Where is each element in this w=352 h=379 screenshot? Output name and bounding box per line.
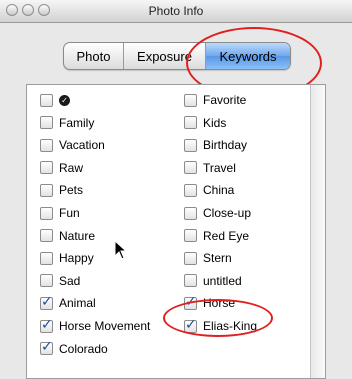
keyword-item[interactable]: Birthday [184, 137, 247, 153]
keyword-label: Nature [59, 228, 96, 243]
keywords-panel: ✓ Family Vacation Raw Pets Fun Nature Happy Sad A… [26, 84, 326, 379]
keyword-item[interactable]: Vacation [40, 137, 105, 153]
keyword-checkbox[interactable] [40, 161, 53, 175]
keyword-item[interactable]: Kids [184, 115, 226, 131]
keyword-label: Close-up [203, 206, 252, 220]
keyword-item[interactable]: Horse Movement [40, 317, 151, 334]
keyword-checkbox[interactable] [40, 138, 53, 152]
tab-keywords[interactable]: Keywords [206, 43, 290, 69]
keyword-checkbox[interactable] [40, 93, 53, 107]
keyword-item[interactable]: Stern [184, 250, 232, 266]
keyword-checkbox[interactable] [184, 116, 197, 130]
keyword-checkbox[interactable] [184, 93, 197, 107]
photo-info-window: Photo Info Photo Exposure Keywords ✓ Fami… [0, 0, 352, 379]
keyword-checkbox[interactable] [184, 206, 197, 220]
keyword-item[interactable]: Travel [184, 160, 236, 176]
keyword-item[interactable]: China [184, 182, 234, 198]
keyword-item[interactable]: Elias-King [184, 317, 258, 334]
keyword-label: Elias-King [203, 319, 258, 333]
keyword-checkbox[interactable] [184, 183, 197, 197]
keyword-item[interactable]: Fun [40, 205, 80, 221]
keyword-item[interactable]: ✓ [40, 92, 70, 108]
keyword-item[interactable]: Pets [40, 182, 83, 198]
tab-exposure[interactable]: Exposure [124, 43, 206, 69]
keyword-label: Animal [59, 296, 96, 311]
keyword-label: Horse Movement [59, 319, 151, 333]
keyword-item[interactable]: Family [40, 115, 94, 131]
keyword-checkbox[interactable] [40, 229, 53, 243]
keyword-checkbox[interactable] [184, 138, 197, 152]
keyword-checkbox[interactable] [40, 317, 53, 333]
keyword-label: Kids [203, 115, 227, 130]
keyword-checkbox[interactable] [40, 339, 53, 356]
scrollbar[interactable] [310, 85, 325, 378]
keyword-label: Pets [59, 183, 84, 198]
mouse-pointer-icon [114, 240, 128, 260]
keyword-item[interactable]: untitled [184, 273, 242, 289]
keyword-checkbox[interactable] [184, 294, 197, 310]
keyword-item[interactable]: Red Eye [184, 228, 249, 244]
keyword-checkbox[interactable] [184, 229, 197, 243]
window-title: Photo Info [148, 4, 204, 18]
keyword-item[interactable]: Happy [40, 250, 94, 266]
keyword-checkbox[interactable] [40, 183, 53, 197]
keyword-checkbox[interactable] [184, 161, 197, 175]
keyword-item[interactable]: Animal [40, 294, 96, 311]
keyword-label: Happy [59, 251, 94, 266]
keyword-item[interactable]: Nature [40, 228, 95, 244]
tab-bar: Photo Exposure Keywords [63, 42, 291, 70]
keyword-label: China [203, 183, 235, 198]
keyword-item[interactable]: Close-up [184, 205, 251, 221]
keyword-label: Fun [59, 206, 80, 220]
keyword-label: Horse [203, 296, 236, 311]
keyword-item[interactable]: Sad [40, 273, 80, 289]
keyword-checkbox[interactable] [40, 294, 53, 310]
keyword-label: Vacation [59, 138, 105, 153]
keyword-label: Raw [59, 160, 84, 175]
keyword-label: Sad [59, 273, 81, 288]
keyword-item[interactable]: Colorado [40, 339, 108, 357]
keyword-checkbox[interactable] [40, 274, 53, 288]
keyword-label: Favorite [203, 93, 247, 107]
keyword-item[interactable]: Horse [184, 294, 236, 311]
keyword-checkbox[interactable] [40, 116, 53, 130]
keyword-checkbox[interactable] [184, 274, 197, 288]
keyword-checkbox[interactable] [184, 251, 197, 265]
keyword-checkbox[interactable] [184, 317, 197, 333]
keyword-label: Colorado [59, 341, 108, 356]
keyword-label: Red Eye [203, 228, 250, 243]
checkmark-seal-icon: ✓ [59, 94, 70, 106]
keyword-item[interactable]: Favorite [184, 92, 246, 108]
keyword-label: Family [59, 115, 95, 130]
keyword-label: Birthday [203, 138, 248, 153]
title-bar[interactable]: Photo Info [0, 0, 352, 23]
keyword-label: Travel [203, 160, 236, 175]
keyword-checkbox[interactable] [40, 206, 53, 220]
keyword-item[interactable]: Raw [40, 160, 83, 176]
tab-photo[interactable]: Photo [64, 43, 124, 69]
keyword-label: untitled [203, 273, 242, 288]
keyword-checkbox[interactable] [40, 251, 53, 265]
keyword-label: Stern [203, 251, 232, 266]
